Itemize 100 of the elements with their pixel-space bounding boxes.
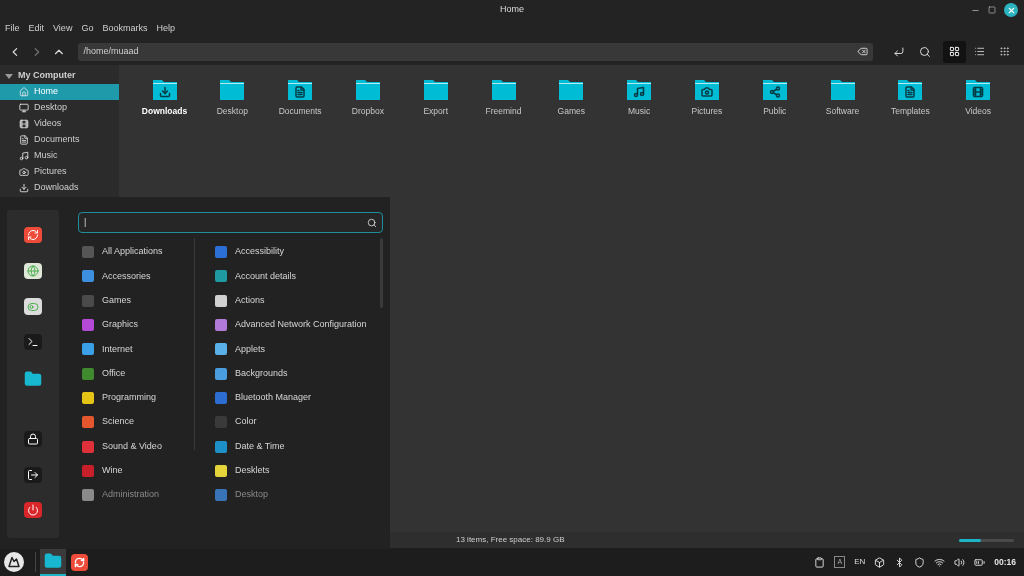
- folder-item[interactable]: Software: [808, 77, 877, 118]
- logout-launcher[interactable]: [24, 466, 42, 483]
- menu-item[interactable]: Desklets: [211, 458, 380, 483]
- folder-icon: [829, 77, 856, 101]
- folder-item[interactable]: Downloads: [130, 77, 199, 118]
- battery-icon[interactable]: [974, 556, 986, 568]
- lock-icon: [27, 432, 39, 445]
- folder-item[interactable]: Templates: [876, 77, 945, 118]
- folder-item[interactable]: Games: [537, 77, 606, 118]
- browser-launcher[interactable]: [24, 227, 42, 244]
- menu-item[interactable]: Color: [211, 410, 380, 435]
- search-field[interactable]: |: [78, 212, 383, 233]
- menu-item[interactable]: Advanced Network Configuration: [211, 312, 380, 338]
- menu-item[interactable]: Administration: [78, 482, 186, 508]
- menu-item[interactable]: Account details: [211, 264, 380, 289]
- menu-title[interactable]: File: [5, 22, 20, 36]
- list-view-icon: [974, 46, 985, 57]
- folder-item[interactable]: Dropbox: [334, 77, 402, 118]
- folder-launcher[interactable]: [24, 369, 42, 388]
- folder-icon: [897, 77, 924, 101]
- language-indicator[interactable]: EN: [854, 556, 866, 568]
- location-field[interactable]: /home/muaad: [78, 42, 874, 61]
- home-icon: [19, 87, 29, 97]
- search-icon[interactable]: [919, 45, 931, 58]
- menu-title[interactable]: Edit: [28, 22, 45, 36]
- clear-icon[interactable]: [857, 46, 869, 57]
- menu-item[interactable]: Graphics: [78, 312, 186, 338]
- sidebar-item[interactable]: Documents: [0, 132, 119, 148]
- folder-item[interactable]: Documents: [266, 77, 335, 118]
- folder-icon: [287, 77, 314, 101]
- power-launcher[interactable]: [24, 502, 42, 519]
- folder-item[interactable]: Freemind: [469, 77, 538, 118]
- music-icon: [19, 151, 29, 161]
- mountain-icon: [8, 556, 20, 568]
- sidebar-item[interactable]: Desktop: [0, 100, 119, 116]
- desktop-icon: [19, 103, 29, 113]
- lock-launcher[interactable]: [24, 430, 42, 448]
- taskbar-app[interactable]: [40, 548, 66, 576]
- menu-title[interactable]: Go: [81, 22, 94, 36]
- window-title: Home: [500, 3, 524, 17]
- folder-icon: [965, 77, 992, 101]
- globe-icon: [27, 264, 39, 277]
- menu-item[interactable]: Actions: [211, 288, 380, 313]
- zoom-slider[interactable]: [959, 538, 1014, 542]
- menu-item[interactable]: All Applications: [78, 240, 186, 265]
- terminal-launcher[interactable]: [24, 334, 42, 351]
- menu-item[interactable]: Date & Time: [211, 434, 380, 459]
- wifi-icon[interactable]: [934, 556, 946, 568]
- menu-item[interactable]: Games: [78, 288, 186, 313]
- search-icon: [367, 217, 377, 228]
- folder-icon: [693, 77, 720, 101]
- terminal-icon: [27, 336, 39, 349]
- close-button[interactable]: [1004, 3, 1018, 17]
- menu-item[interactable]: Sound & Video: [78, 434, 186, 459]
- folder-item[interactable]: Music: [605, 77, 673, 118]
- clipboard-icon[interactable]: [814, 556, 826, 568]
- menu-item[interactable]: Office: [78, 361, 186, 386]
- folder-icon: [354, 77, 381, 101]
- folder-item[interactable]: Public: [740, 77, 809, 118]
- settings-launcher[interactable]: [24, 298, 42, 315]
- documents-icon: [19, 135, 29, 145]
- menu-item[interactable]: Applets: [211, 337, 380, 362]
- menu-title[interactable]: Bookmarks: [102, 22, 148, 36]
- logout-icon: [27, 468, 39, 481]
- pictures-icon: [19, 167, 29, 177]
- folder-icon: [558, 77, 585, 101]
- downloads-icon: [19, 183, 29, 193]
- menu-title[interactable]: Help: [156, 22, 175, 36]
- sidebar-item[interactable]: Downloads: [0, 180, 119, 196]
- toggle-location-icon[interactable]: [893, 45, 906, 58]
- folder-item[interactable]: Desktop: [198, 77, 267, 118]
- videos-icon: [19, 119, 29, 129]
- globe-launcher[interactable]: [24, 262, 42, 279]
- folder-item[interactable]: Export: [401, 77, 470, 118]
- maximize-icon[interactable]: [988, 6, 996, 14]
- menu-item[interactable]: Accessories: [78, 264, 186, 289]
- view-button[interactable]: [943, 40, 966, 63]
- folder-icon: [44, 552, 62, 570]
- menu-item[interactable]: Programming: [78, 385, 186, 411]
- volume-icon[interactable]: [954, 556, 966, 568]
- expand-icon[interactable]: [5, 73, 13, 79]
- folder-icon: [219, 77, 246, 101]
- sidebar-item[interactable]: Videos: [0, 116, 119, 132]
- sidebar-item[interactable]: Pictures: [0, 164, 119, 180]
- shield-icon[interactable]: [914, 556, 926, 568]
- start-menu-button[interactable]: [4, 552, 24, 572]
- menu-title[interactable]: View: [53, 22, 73, 36]
- menu-item[interactable]: Internet: [78, 337, 186, 362]
- menu-item[interactable]: Accessibility: [211, 240, 380, 265]
- clock[interactable]: 00:16: [994, 555, 1016, 569]
- folder-item[interactable]: Pictures: [673, 77, 741, 118]
- menu-item[interactable]: Desktop: [211, 482, 380, 508]
- grid-view-icon: [949, 46, 960, 57]
- menu-item[interactable]: Bluetooth Manager: [211, 385, 380, 411]
- menu-item[interactable]: Science: [78, 410, 186, 435]
- folder-icon: [151, 77, 178, 101]
- menu-item[interactable]: Wine: [78, 458, 186, 483]
- sidebar-item[interactable]: Music: [0, 148, 119, 164]
- folder-item[interactable]: Videos: [944, 77, 1012, 118]
- menu-item[interactable]: Backgrounds: [211, 361, 380, 386]
